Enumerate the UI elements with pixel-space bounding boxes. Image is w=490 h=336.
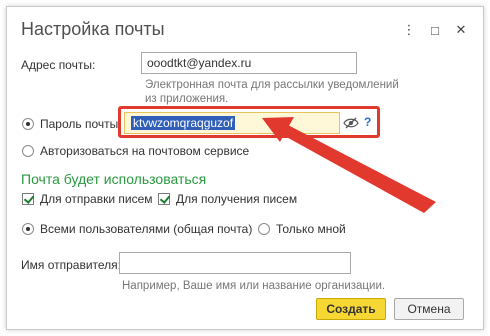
annotation-arrow <box>262 117 436 213</box>
